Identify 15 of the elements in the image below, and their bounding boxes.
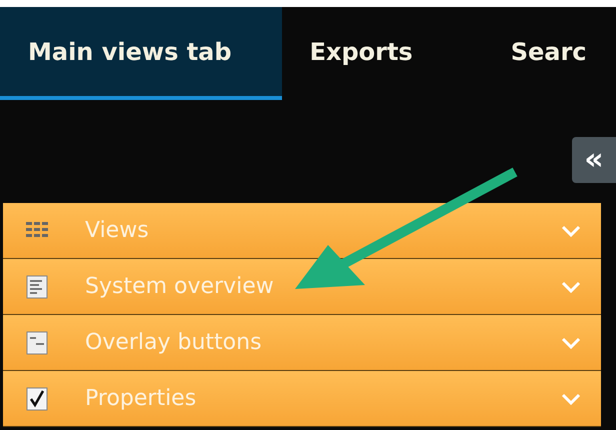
chevron-down-icon [561,336,581,348]
tab[interactable]: Main views tab [0,7,282,100]
chevron-down-icon [561,392,581,404]
list-icon [25,274,49,298]
chevron-down-icon [561,224,581,236]
panel-title: Views [85,218,150,243]
tab[interactable]: Exports [282,7,463,100]
chevron-down-icon [561,280,581,292]
panel-title: Overlay buttons [85,330,263,355]
tab[interactable]: Searc [482,7,616,100]
panel-title: Properties [85,386,198,411]
overlay-icon [25,330,49,354]
collapse-button[interactable]: « [572,137,616,183]
panel-title: System overview [85,274,275,299]
checkbox-icon [25,386,49,410]
